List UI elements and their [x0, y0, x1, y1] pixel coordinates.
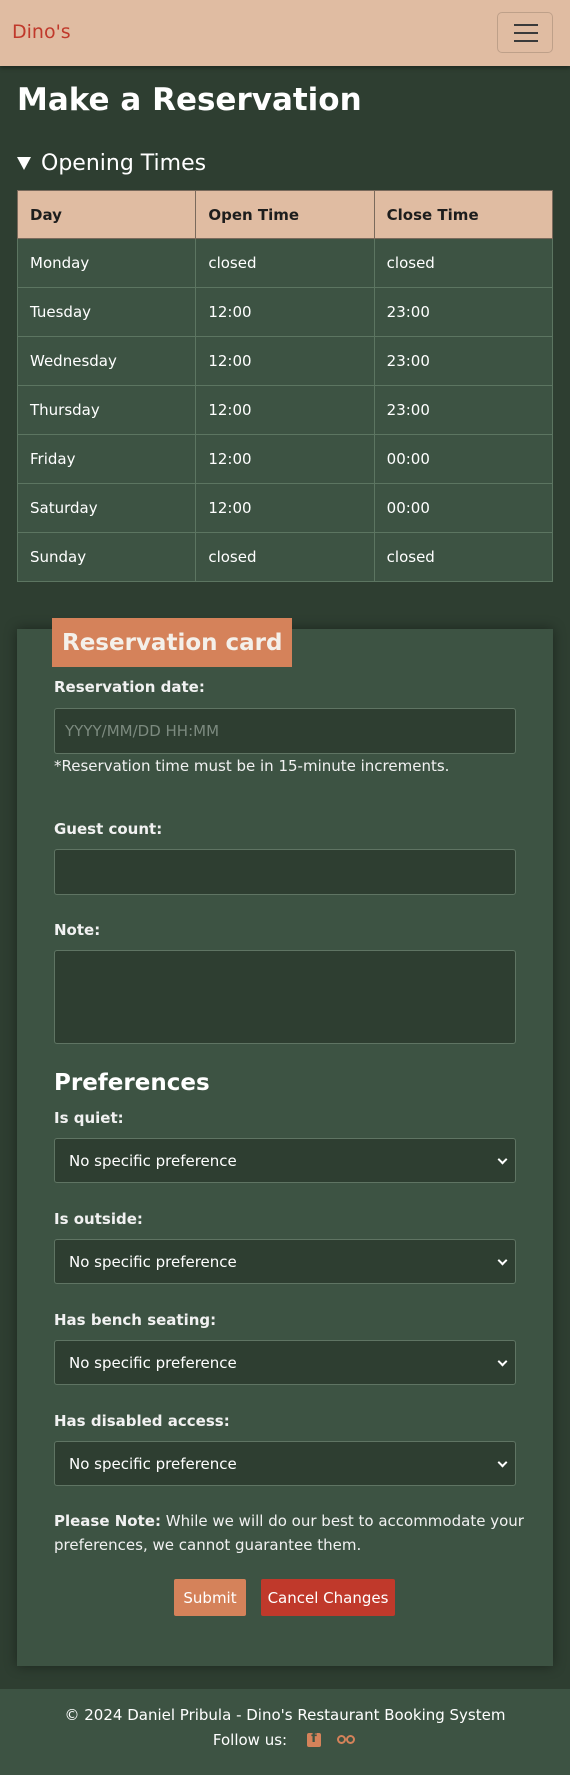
open-time-cell: 12:00: [195, 287, 375, 337]
close-time-cell: 23:00: [373, 287, 554, 337]
chevron-down-icon: [497, 1255, 508, 1266]
bench-seating-value: No specific preference: [69, 1353, 237, 1372]
is-outside-label: Is outside:: [54, 1210, 143, 1228]
table-row: Tuesday 12:00 23:00: [16, 287, 554, 337]
guest-count-field[interactable]: [54, 849, 516, 895]
open-time-cell: closed: [195, 532, 375, 582]
day-cell: Friday: [16, 434, 197, 484]
reservation-date-field[interactable]: [54, 708, 516, 754]
please-note-bold: Please Note:: [54, 1512, 161, 1530]
chevron-down-icon: [497, 1356, 508, 1367]
table-row: Saturday 12:00 00:00: [16, 483, 554, 533]
note-label: Note:: [54, 921, 101, 939]
card-title: Reservation card: [52, 618, 293, 667]
guest-count-input[interactable]: [55, 850, 515, 894]
is-quiet-value: No specific preference: [69, 1151, 237, 1170]
please-note: Please Note: While we will do our best t…: [54, 1509, 524, 1557]
open-time-cell: closed: [195, 238, 375, 288]
note-textarea[interactable]: [55, 951, 515, 1043]
guest-count-label: Guest count:: [54, 820, 163, 838]
close-time-cell: closed: [373, 532, 554, 582]
table-row: Thursday 12:00 23:00: [16, 385, 554, 435]
is-outside-value: No specific preference: [69, 1252, 237, 1271]
chevron-down-icon: [497, 1154, 508, 1165]
brand-link[interactable]: Dino's: [12, 21, 71, 43]
follow-us-label: Follow us:: [212, 1731, 288, 1749]
column-header-close-time: Close Time: [373, 190, 554, 239]
table-header-row: Day Open Time Close Time: [16, 190, 554, 239]
day-cell: Thursday: [16, 385, 197, 435]
is-quiet-select[interactable]: No specific preference: [54, 1138, 516, 1183]
disabled-access-label: Has disabled access:: [54, 1412, 230, 1430]
opening-times-toggle[interactable]: Opening Times: [17, 149, 206, 177]
page-title: Make a Reservation: [17, 82, 362, 118]
table-row: Friday 12:00 00:00: [16, 434, 554, 484]
day-cell: Tuesday: [16, 287, 197, 337]
footer: © 2024 Daniel Pribula - Dino's Restauran…: [0, 1689, 570, 1775]
reservation-card: Reservation card Reservation date: *Rese…: [17, 618, 553, 1666]
bench-seating-select[interactable]: No specific preference: [54, 1340, 516, 1385]
day-cell: Saturday: [16, 483, 197, 533]
reservation-date-hint: *Reservation time must be in 15-minute i…: [54, 757, 450, 775]
day-cell: Wednesday: [16, 336, 197, 386]
table-row: Sunday closed closed: [16, 532, 554, 582]
facebook-icon[interactable]: [307, 1731, 322, 1747]
disabled-access-value: No specific preference: [69, 1454, 237, 1473]
opening-times-table: Day Open Time Close Time Monday closed c…: [16, 190, 554, 582]
open-time-cell: 12:00: [195, 336, 375, 386]
is-quiet-label: Is quiet:: [54, 1109, 124, 1127]
is-outside-select[interactable]: No specific preference: [54, 1239, 516, 1284]
submit-button[interactable]: Submit: [174, 1579, 246, 1616]
copyright-text: © 2024 Daniel Pribula - Dino's Restauran…: [64, 1706, 506, 1724]
opening-times-label: Opening Times: [41, 150, 207, 176]
day-cell: Sunday: [16, 532, 197, 582]
note-field[interactable]: [54, 950, 516, 1044]
open-time-cell: 12:00: [195, 385, 375, 435]
close-time-cell: closed: [373, 238, 554, 288]
column-header-open-time: Open Time: [195, 190, 375, 239]
hamburger-menu-icon[interactable]: [497, 12, 553, 53]
reservation-date-label: Reservation date:: [54, 678, 205, 696]
close-time-cell: 23:00: [373, 336, 554, 386]
navbar: Dino's: [0, 0, 570, 66]
open-time-cell: 12:00: [195, 483, 375, 533]
close-time-cell: 23:00: [373, 385, 554, 435]
disabled-access-select[interactable]: No specific preference: [54, 1441, 516, 1486]
close-time-cell: 00:00: [373, 434, 554, 484]
reservation-date-input[interactable]: [55, 709, 515, 753]
column-header-day: Day: [16, 190, 197, 239]
open-time-cell: 12:00: [195, 434, 375, 484]
follow-us: Follow us:: [0, 1731, 570, 1749]
cancel-changes-button[interactable]: Cancel Changes: [261, 1579, 395, 1616]
day-cell: Monday: [16, 238, 197, 288]
preferences-title: Preferences: [54, 1070, 210, 1096]
table-row: Monday closed closed: [16, 238, 554, 288]
disclosure-triangle-icon: [17, 156, 31, 170]
bench-seating-label: Has bench seating:: [54, 1311, 217, 1329]
table-row: Wednesday 12:00 23:00: [16, 336, 554, 386]
tripadvisor-icon[interactable]: [337, 1734, 357, 1746]
close-time-cell: 00:00: [373, 483, 554, 533]
chevron-down-icon: [497, 1457, 508, 1468]
